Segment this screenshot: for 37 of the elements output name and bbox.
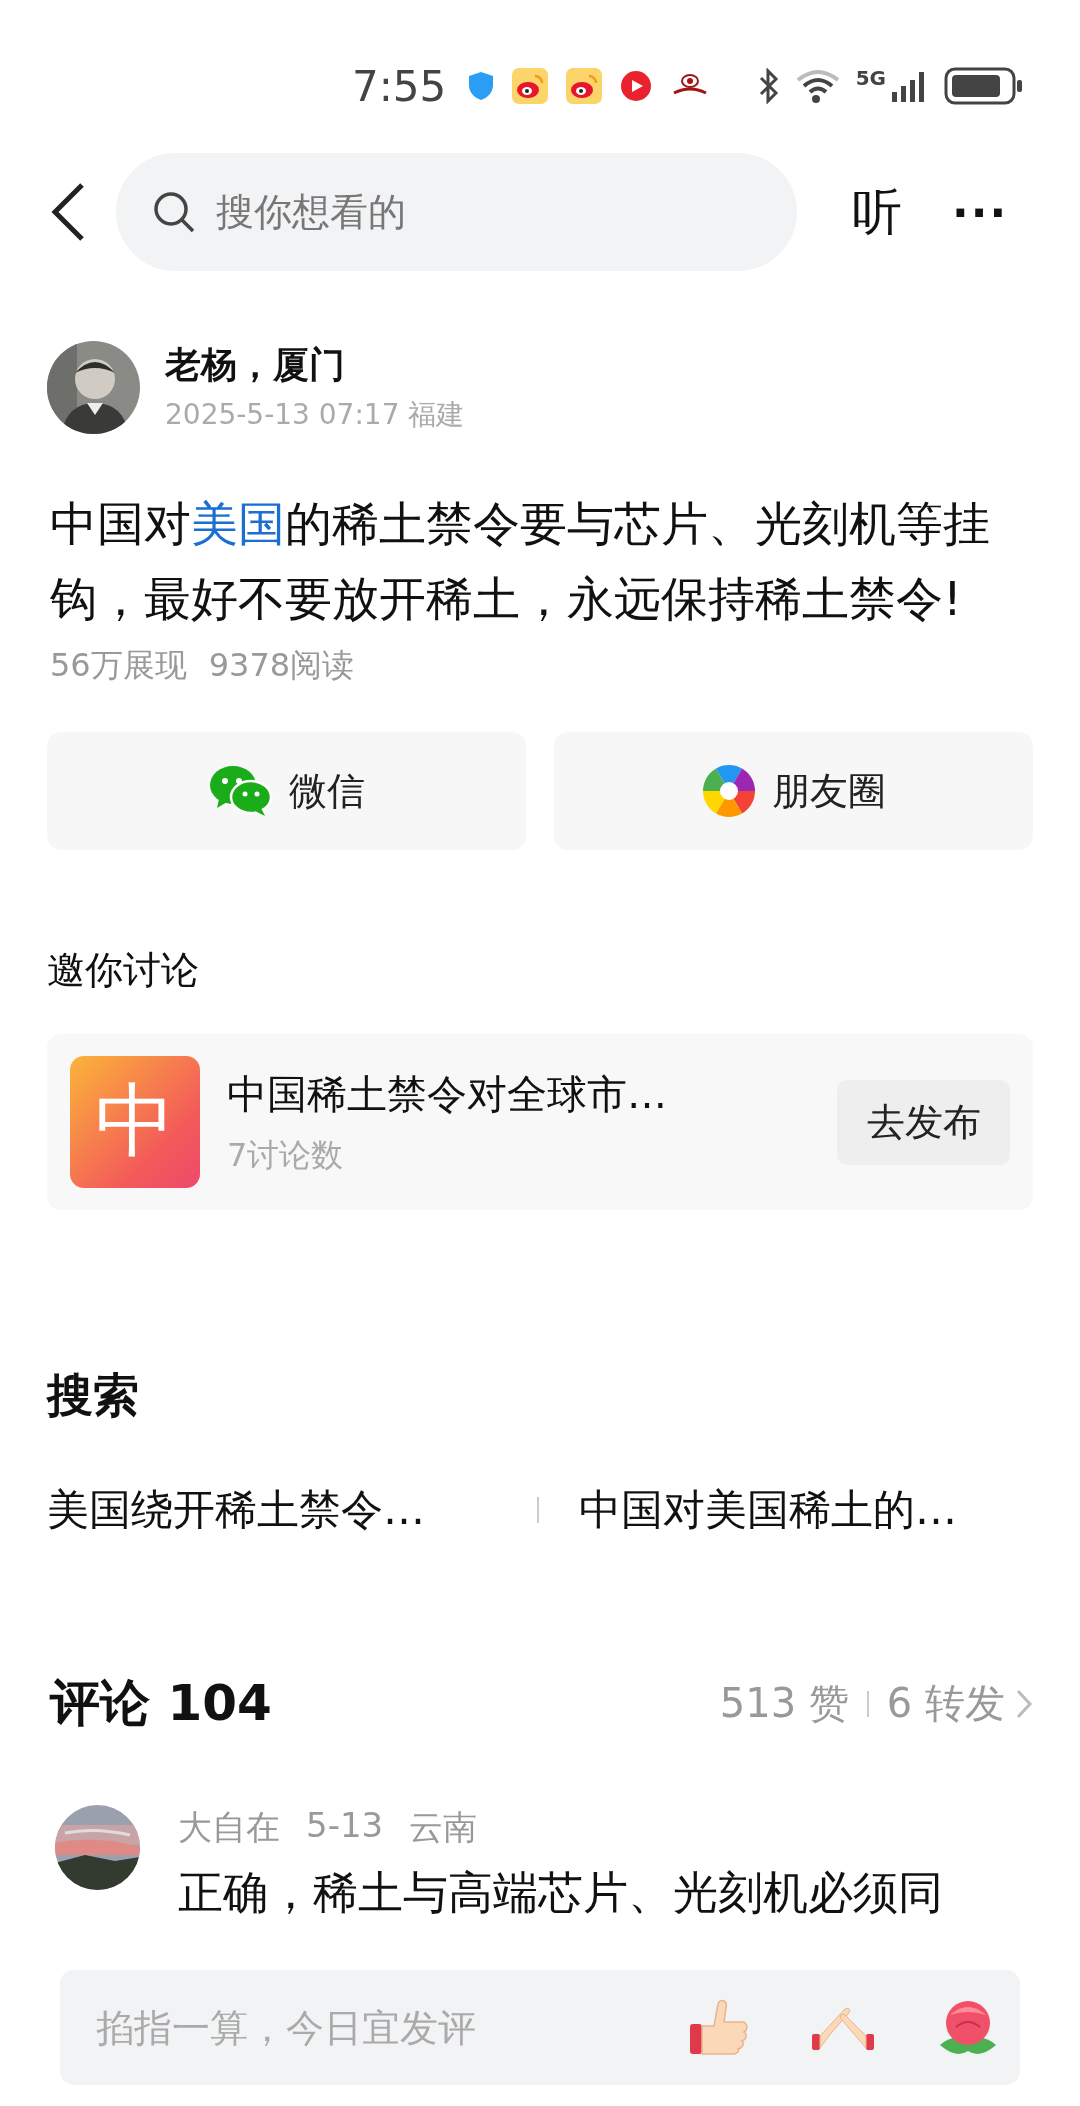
publish-button[interactable]: 去发布 [837, 1079, 1010, 1165]
weibo-app-icon [566, 68, 603, 104]
topic-link[interactable]: 美国 [191, 496, 285, 551]
more-button[interactable]: ··· [952, 186, 1009, 238]
comment-text: 正确，稀土与高端芯片、光刻机必须同 [178, 1865, 943, 1921]
comments-heading: 评论 104 [50, 1673, 272, 1734]
search-icon [152, 190, 196, 234]
author-name[interactable]: 老杨，厦门 [165, 341, 465, 390]
battery-icon [944, 66, 1024, 106]
comment-input[interactable]: 掐指一算，今日宜发评 [60, 1970, 1020, 2085]
weibo-app-icon [512, 68, 549, 104]
search-suggestion[interactable]: 中国对美国稀土的… [579, 1482, 1069, 1538]
bluetooth-icon [757, 68, 780, 104]
section-heading: 搜索 [47, 1367, 140, 1424]
share-button[interactable]: 微信 [47, 732, 526, 850]
play-app-icon [620, 70, 653, 102]
status-time: 7:55 [352, 61, 447, 111]
discussion-count: 7讨论数 [227, 1134, 345, 1176]
post-meta: 2025-5-13 07:17 福建 [165, 397, 465, 433]
chat-bubbles-icon [208, 764, 273, 818]
post-stat: 9378阅读 [208, 645, 355, 686]
discussion-title[interactable]: 中国稀土禁令对全球市… [227, 1066, 837, 1122]
shield-icon [468, 71, 495, 101]
comment-location: 云南 [409, 1806, 478, 1849]
share-button[interactable]: 朋友圈 [554, 732, 1033, 850]
comment-date: 5-13 [306, 1805, 384, 1847]
listen-button[interactable]: 听 [852, 178, 902, 246]
search-suggestion[interactable]: 美国绕开稀土禁令… [47, 1482, 537, 1538]
aperture-icon [701, 764, 756, 818]
discussion-card[interactable]: 中 中国稀土禁令对全球市… 7讨论数 去发布 [47, 1034, 1033, 1210]
post-text: 中国对美国的稀土禁令要与芯片、光刻机等挂钩，最好不要放开稀土，永远保持稀土禁令! [50, 495, 991, 628]
search-field[interactable]: 搜你想看的 [116, 153, 797, 271]
section-heading: 邀你讨论 [47, 947, 200, 994]
back-icon[interactable] [50, 182, 86, 242]
post-stat: 56万展现 [50, 645, 187, 686]
topic-badge: 中 [70, 1056, 200, 1188]
network-label: 5G [855, 66, 886, 90]
